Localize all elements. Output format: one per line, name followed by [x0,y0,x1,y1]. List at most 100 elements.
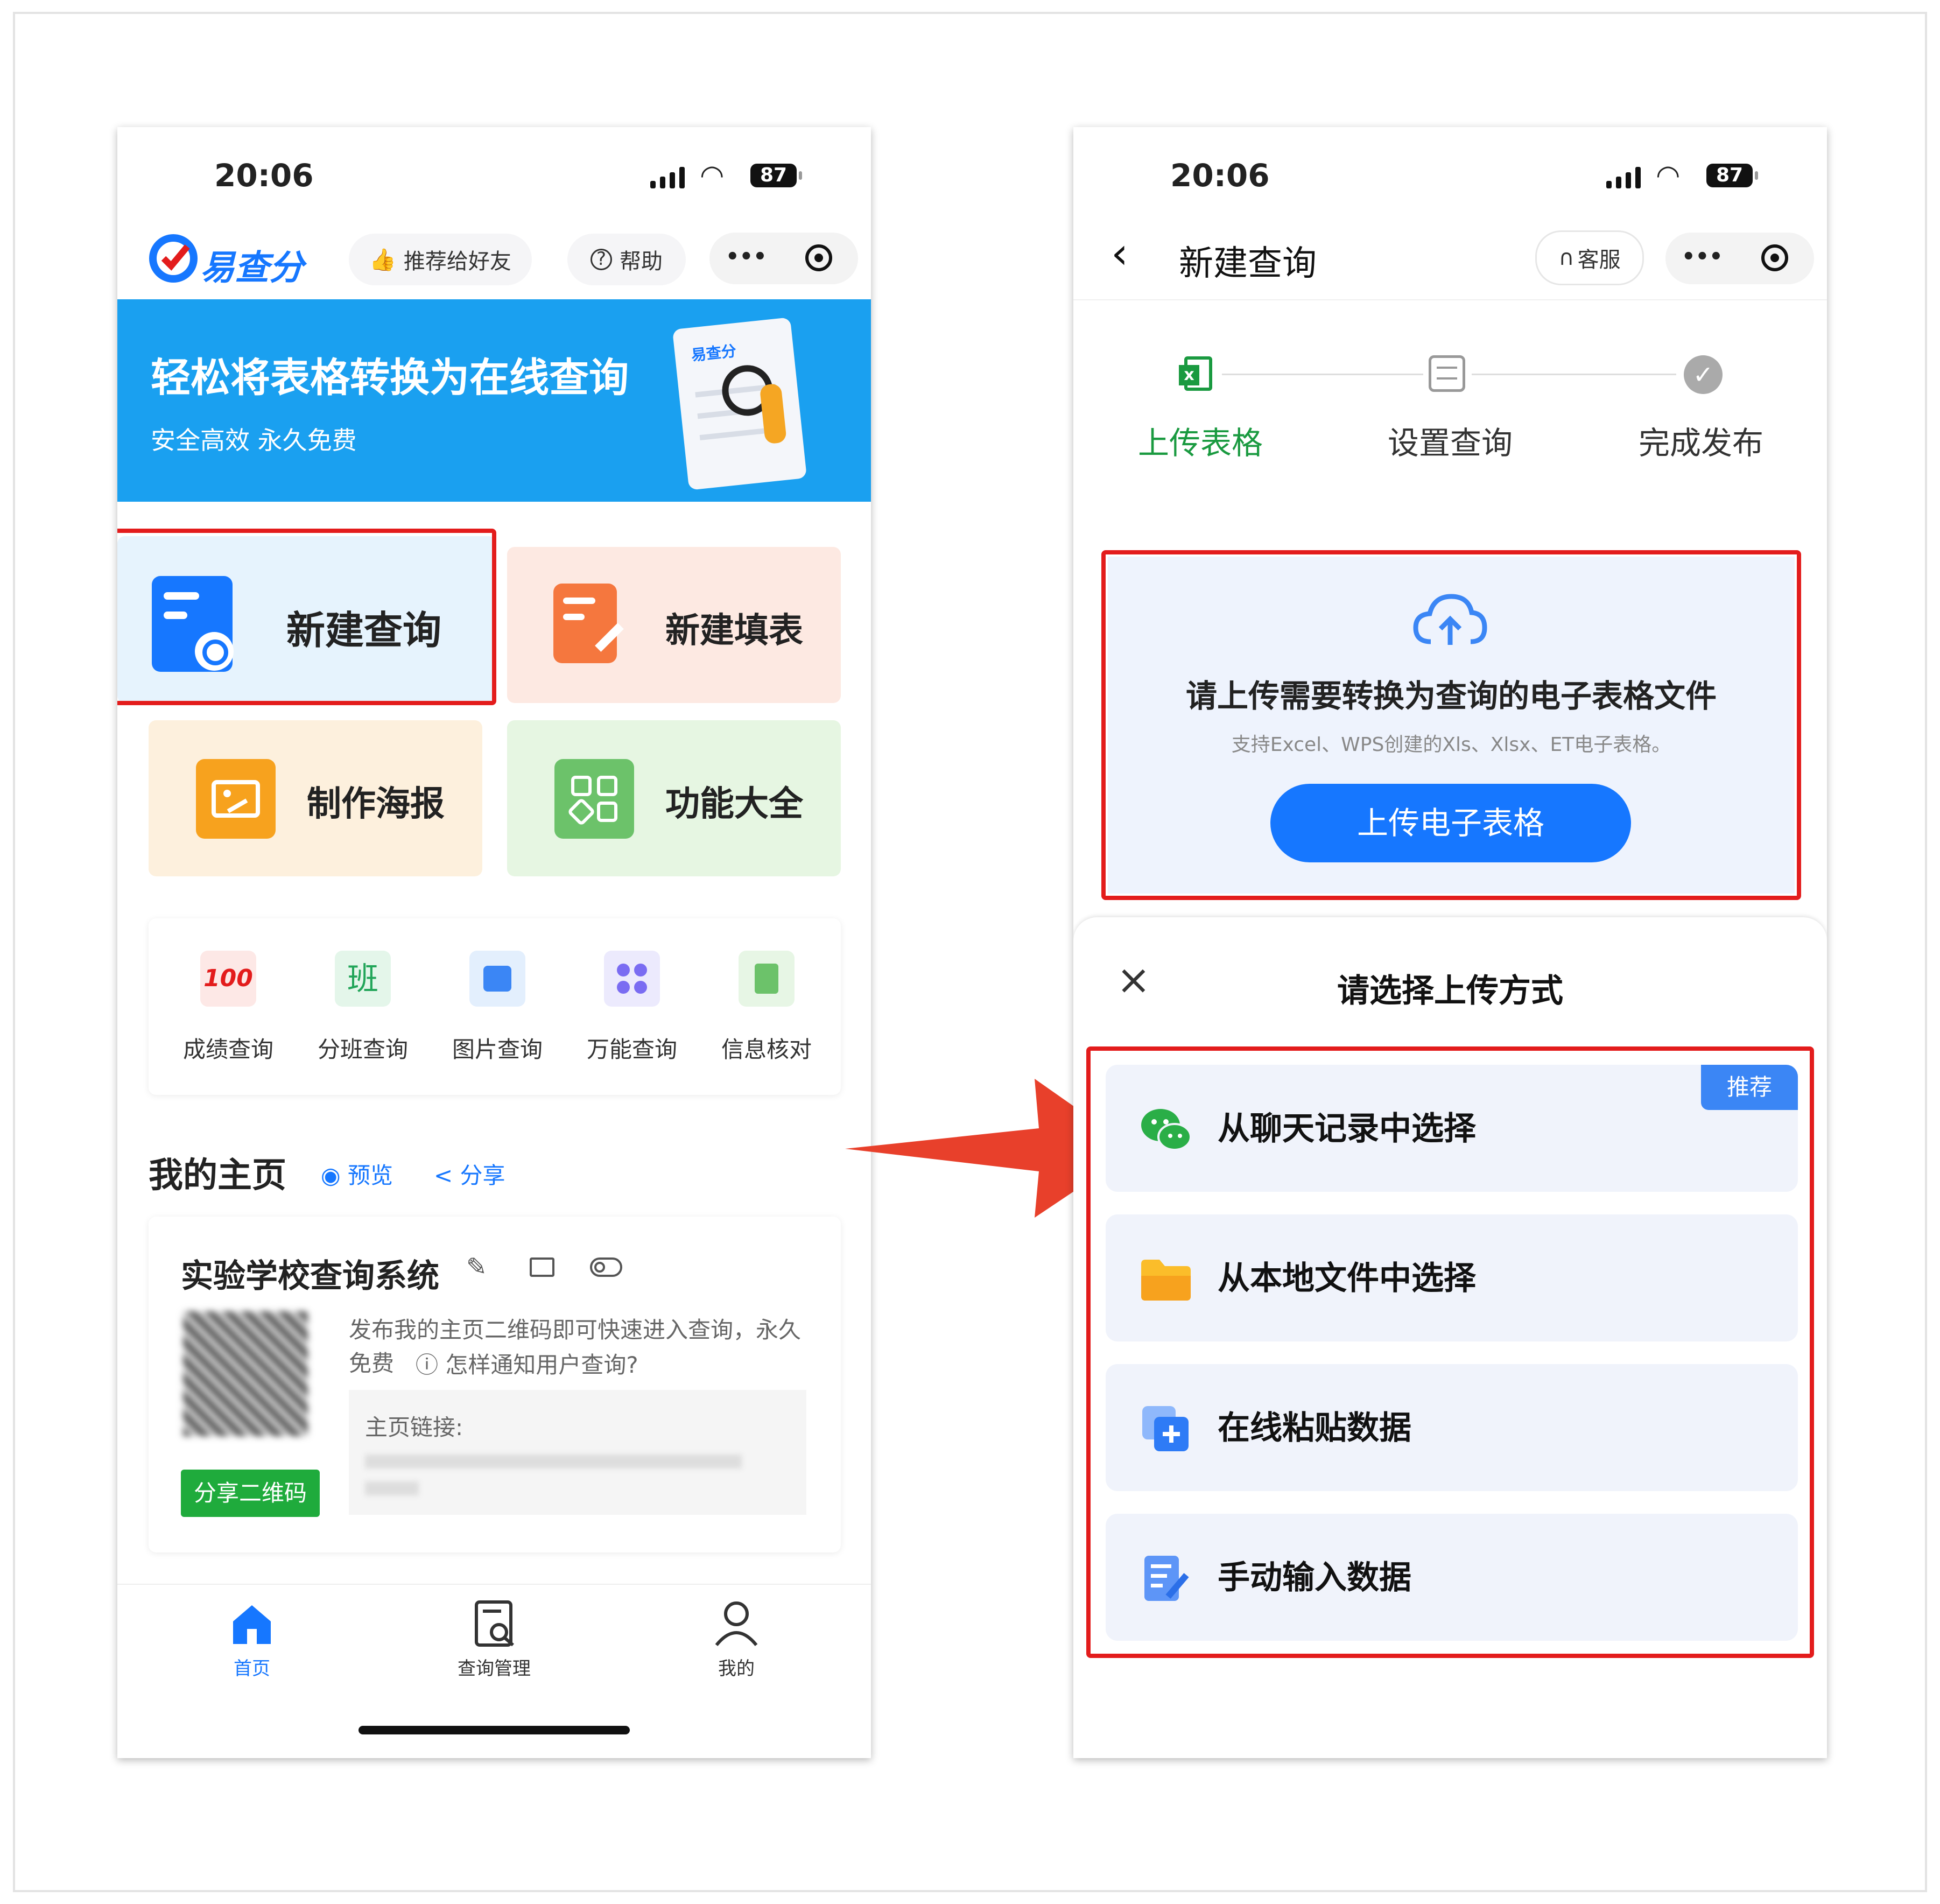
tab-mine-label: 我的 [718,1658,755,1680]
status-bar: 20:06 ◠ 87 [1073,127,1827,213]
system-name: 实验学校查询系统 [181,1257,439,1295]
status-time: 20:06 [214,157,314,194]
info-check-icon [739,951,795,1007]
nav-bar: ‹ 新建查询 ∩ 客服 ••• [1073,213,1827,300]
step-connector [1219,374,1423,375]
step-connector [1472,374,1676,375]
image-setting-icon[interactable] [530,1257,554,1277]
more-menu-button[interactable]: ••• [726,244,767,269]
status-time: 20:06 [1170,157,1270,194]
share-link[interactable]: < 分享 [434,1157,505,1190]
class-query-icon: 班 [335,951,391,1007]
recommend-button[interactable]: 👍 推荐给好友 [349,234,532,285]
share-label: 分享 [460,1162,505,1189]
wifi-icon: ◠ [1656,159,1681,192]
eye-icon: ◉ [321,1162,348,1189]
toggle-icon[interactable] [590,1257,622,1277]
settings-sliders-icon [1429,355,1465,392]
status-bar: 20:06 ◠ 87 [117,127,871,213]
quick-item-class[interactable]: 分班查询 [305,1031,421,1064]
edit-icon[interactable]: ✎ [466,1252,487,1281]
quick-item-picture[interactable]: 图片查询 [439,1031,556,1064]
highlight-box-new-query [117,529,496,705]
app-logo: 易查分 [147,233,309,288]
help-button[interactable]: ? 帮助 [567,234,686,285]
homepage-link-box: 主页链接: [349,1390,806,1515]
battery-icon: 87 [1706,164,1758,187]
tab-mine[interactable]: 我的 [683,1599,790,1696]
progress-steps: x 上传表格 设置查询 ✓ 完成发布 [1073,299,1827,461]
phone-home-screen: 20:06 ◠ 87 易查分 👍 推荐给好友 ? 帮助 ••• 轻松将表格转换为… [117,127,871,1758]
all-features-card[interactable]: 功能大全 [507,720,841,876]
poster-label: 制作海报 [307,784,445,824]
quick-item-info-check[interactable]: 信息核对 [708,1031,825,1064]
share-icon: < [434,1162,460,1189]
tab-home[interactable]: 首页 [198,1599,306,1696]
grid-icon [554,759,634,839]
quick-item-universal[interactable]: 万能查询 [574,1031,690,1064]
thumbs-up-icon: 👍 [369,247,396,272]
link-label: 主页链接: [365,1414,463,1441]
phone-upload-screen: 20:06 ◠ 87 ‹ 新建查询 ∩ 客服 ••• x 上传表格 设置查询 ✓ … [1073,127,1827,1758]
how-to-notify-label: 怎样通知用户查询? [445,1352,638,1378]
logo-text: 易查分 [200,248,304,288]
banner-illustration: 易查分 [672,317,807,490]
check-circle-icon: ✓ [1684,355,1723,394]
picture-query-icon [469,951,525,1007]
tab-home-label: 首页 [234,1658,270,1680]
universal-query-icon [604,951,660,1007]
link-actions-blurred [365,1481,419,1495]
excel-upload-icon: x [1179,353,1222,395]
help-label: 帮助 [620,249,663,274]
logo-mark-icon [149,234,198,283]
wifi-icon: ◠ [700,159,725,192]
tab-bar: 首页 查询管理 我的 [117,1584,871,1758]
tab-query-management-label: 查询管理 [458,1658,531,1680]
how-to-notify-link[interactable]: ⓘ 怎样通知用户查询? [416,1347,638,1380]
poster-card[interactable]: 制作海报 [149,720,482,876]
image-icon [196,759,276,839]
signal-icon [1606,167,1641,188]
sheet-title: 请选择上传方式 [1337,972,1563,1010]
new-form-label: 新建填表 [665,611,803,651]
step-publish-label: 完成发布 [1639,425,1764,461]
user-icon [715,1601,758,1646]
back-button[interactable]: ‹ [1111,228,1128,278]
close-miniprogram-button[interactable] [1761,244,1788,271]
more-menu-button[interactable]: ••• [1682,244,1723,269]
signal-icon [650,167,685,188]
close-miniprogram-button[interactable] [805,244,832,271]
tab-query-management[interactable]: 查询管理 [440,1599,548,1696]
headset-icon: ∩ [1558,245,1575,270]
question-icon: ? [591,249,612,270]
person-figure [759,383,787,445]
highlight-box-upload [1101,550,1801,900]
qr-code [183,1311,308,1436]
preview-label: 预览 [348,1162,393,1189]
home-indicator [359,1726,630,1734]
highlight-box-upload-methods [1086,1046,1814,1658]
new-form-icon [553,584,624,663]
all-features-label: 功能大全 [665,784,803,824]
home-icon [233,1605,271,1644]
customer-service-button[interactable]: ∩ 客服 [1535,230,1644,285]
battery-icon: 87 [750,164,802,187]
quick-item-score[interactable]: 成绩查询 [170,1031,286,1064]
step-upload-label: 上传表格 [1138,425,1263,461]
help-circle-icon: ⓘ [416,1352,446,1378]
recommend-label: 推荐给好友 [403,249,511,274]
nav-title: 新建查询 [1179,244,1317,284]
promo-banner: 轻松将表格转换为在线查询 安全高效 永久免费 易查分 [117,299,871,502]
illustration-logo: 易查分 [690,342,737,364]
document-search-icon [475,1600,514,1647]
quick-access-panel: 100 成绩查询 班 分班查询 图片查询 万能查询 信息核对 [149,918,841,1095]
score-query-icon: 100 [200,951,256,1007]
banner-subtitle: 安全高效 永久免费 [151,426,357,455]
share-qr-button[interactable]: 分享二维码 [181,1470,320,1517]
customer-service-label: 客服 [1577,248,1621,272]
preview-link[interactable]: ◉ 预览 [321,1157,393,1190]
new-form-card[interactable]: 新建填表 [507,547,841,703]
banner-title: 轻松将表格转换为在线查询 [151,355,629,401]
query-system-card: 实验学校查询系统 ✎ 发布我的主页二维码即可快速进入查询，永久免费 ⓘ 怎样通知… [149,1217,841,1552]
link-url-blurred [365,1455,742,1469]
